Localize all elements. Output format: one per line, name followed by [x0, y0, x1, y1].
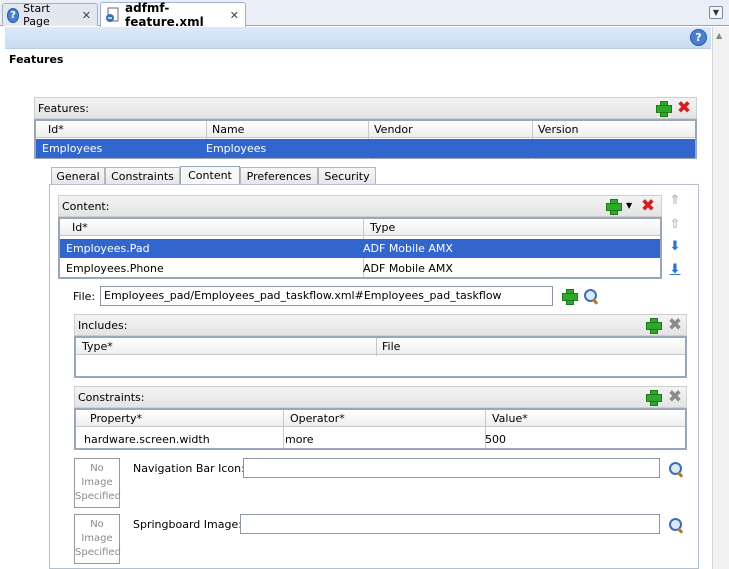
- column-header[interactable]: Id*: [72, 221, 88, 234]
- file-field[interactable]: Employees_pad/Employees_pad_taskflow.xml…: [100, 286, 553, 306]
- placeholder-text: Image: [81, 533, 113, 544]
- move-top-icon[interactable]: ⇑: [667, 193, 683, 209]
- table-row[interactable]: Employees.Phone ADF Mobile AMX: [60, 259, 660, 278]
- table-header: Property* Operator* Value*: [76, 410, 685, 427]
- help-icon[interactable]: ?: [690, 29, 707, 46]
- xml-file-icon: [105, 7, 121, 23]
- add-icon[interactable]: [655, 100, 672, 117]
- tab-label: Start Page: [23, 2, 51, 28]
- tab-start-page[interactable]: ? Start Page ✕: [2, 2, 98, 28]
- file-label: File:: [73, 290, 96, 303]
- nav-bar-icon-preview: No Image Specified: [74, 458, 121, 508]
- delete-icon[interactable]: ✖: [667, 389, 683, 406]
- add-icon[interactable]: [645, 389, 662, 406]
- cell-property: hardware.screen.width: [84, 433, 210, 446]
- close-icon[interactable]: ✕: [82, 9, 91, 22]
- delete-icon[interactable]: ✖: [667, 317, 683, 334]
- column-header[interactable]: Property*: [90, 412, 142, 425]
- column-header[interactable]: Type: [370, 221, 395, 234]
- chevron-down-icon[interactable]: ▼: [626, 201, 632, 210]
- table-header: Type* File: [76, 338, 685, 355]
- column-header[interactable]: Value*: [492, 412, 528, 425]
- constraints-table: Property* Operator* Value* hardware.scre…: [74, 408, 687, 450]
- search-icon[interactable]: [668, 517, 684, 533]
- close-icon[interactable]: ✕: [230, 9, 239, 22]
- nav-bar-icon-label: Navigation Bar Icon:: [133, 462, 245, 475]
- column-header[interactable]: Type*: [82, 340, 113, 353]
- tab-preferences[interactable]: Preferences: [240, 167, 318, 185]
- search-icon[interactable]: [668, 461, 684, 477]
- search-icon[interactable]: [583, 288, 599, 304]
- placeholder-text: No: [90, 519, 104, 530]
- placeholder-text: Specified: [75, 491, 121, 502]
- content-panel-title: Content:: [62, 200, 110, 213]
- table-header: Id* Name Vendor Version: [36, 121, 695, 138]
- page-title: Features: [9, 53, 64, 66]
- add-icon[interactable]: [605, 198, 622, 215]
- springboard-image-label: Springboard Image:: [133, 518, 242, 531]
- cell-id: Employees.Phone: [66, 262, 164, 275]
- scroll-up-icon[interactable]: ▲: [716, 31, 722, 40]
- constraints-panel-title: Constraints:: [78, 391, 145, 404]
- springboard-image-preview: No Image Specified: [74, 514, 121, 564]
- editor-tab-strip: ? Start Page ✕ adfmf-feature.xml ✕ ▼: [0, 0, 729, 29]
- constraints-panel-header: Constraints: ✖: [74, 386, 687, 408]
- springboard-image-field[interactable]: [240, 514, 660, 534]
- includes-panel-title: Includes:: [78, 319, 128, 332]
- cell-type: ADF Mobile AMX: [363, 262, 453, 275]
- table-row[interactable]: hardware.screen.width more 500: [76, 430, 685, 449]
- add-icon[interactable]: [561, 288, 578, 305]
- table-header: Id* Type: [60, 219, 660, 236]
- includes-table: Type* File: [74, 336, 687, 378]
- tab-adfmf-feature[interactable]: adfmf-feature.xml ✕: [100, 1, 246, 29]
- nav-bar-icon-field[interactable]: [243, 458, 660, 478]
- features-panel-title: Features:: [38, 102, 90, 115]
- tab-constraints[interactable]: Constraints: [105, 167, 180, 185]
- tab-security[interactable]: Security: [318, 167, 376, 185]
- delete-icon[interactable]: ✖: [676, 100, 692, 117]
- column-header[interactable]: Vendor: [374, 123, 413, 136]
- cell-id: Employees: [42, 142, 103, 155]
- table-row[interactable]: Employees.Pad ADF Mobile AMX: [60, 239, 660, 258]
- help-icon: ?: [7, 7, 20, 23]
- column-header[interactable]: File: [382, 340, 400, 353]
- tab-general[interactable]: General: [51, 167, 105, 185]
- content-panel-header: Content: ▼ ✖: [58, 195, 662, 217]
- column-header[interactable]: Id*: [48, 123, 64, 136]
- move-bottom-icon[interactable]: ⬇: [667, 262, 683, 278]
- placeholder-text: Image: [81, 477, 113, 488]
- placeholder-text: Specified: [75, 547, 121, 558]
- help-bar: ?: [5, 27, 711, 49]
- includes-panel-header: Includes: ✖: [74, 314, 687, 336]
- cell-id: Employees.Pad: [66, 242, 150, 255]
- column-header[interactable]: Name: [212, 123, 244, 136]
- tab-label: adfmf-feature.xml: [125, 1, 204, 29]
- placeholder-text: No: [90, 463, 104, 474]
- features-panel-header: Features: ✖: [34, 97, 697, 119]
- delete-icon[interactable]: ✖: [640, 198, 656, 215]
- tab-content[interactable]: Content: [180, 166, 240, 185]
- cell-value: 500: [485, 433, 506, 446]
- cell-operator: more: [285, 433, 314, 446]
- cell-type: ADF Mobile AMX: [363, 242, 453, 255]
- add-icon[interactable]: [645, 317, 662, 334]
- move-down-icon[interactable]: ⬇: [667, 239, 683, 255]
- features-table: Id* Name Vendor Version Employees Employ…: [34, 119, 697, 159]
- move-up-icon[interactable]: ⇧: [667, 217, 683, 233]
- table-row[interactable]: Employees Employees: [36, 139, 695, 158]
- content-table: Id* Type Employees.Pad ADF Mobile AMX Em…: [58, 217, 662, 279]
- tab-list-dropdown[interactable]: ▼: [709, 6, 723, 19]
- column-header[interactable]: Operator*: [290, 412, 345, 425]
- column-header[interactable]: Version: [538, 123, 578, 136]
- vertical-scrollbar[interactable]: ▲: [712, 27, 729, 569]
- cell-name: Employees: [206, 142, 267, 155]
